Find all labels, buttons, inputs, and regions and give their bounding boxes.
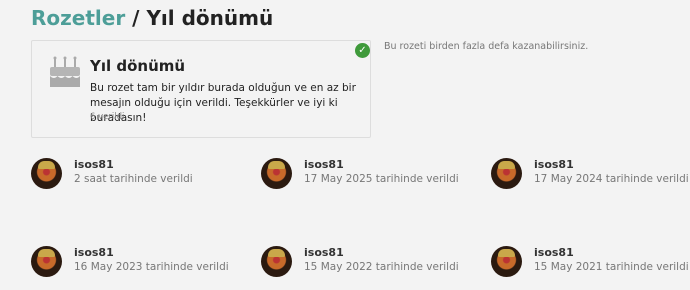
grant-item: isos81 17 May 2024 tarihinde verildi [491, 158, 690, 194]
breadcrumb-separator: / [132, 6, 140, 30]
badge-multiple-note: Bu rozeti birden fazla defa kazanabilirs… [384, 41, 589, 52]
grant-date: 17 May 2025 tarihinde verildi [304, 173, 459, 185]
badge-granted-count: 6 verildi [90, 112, 125, 122]
grant-date: 15 May 2021 tarihinde verildi [534, 261, 689, 273]
breadcrumb-badges-link[interactable]: Rozetler [31, 6, 125, 30]
avatar[interactable] [491, 246, 522, 277]
grant-date: 16 May 2023 tarihinde verildi [74, 261, 229, 273]
grant-username[interactable]: isos81 [534, 246, 574, 259]
badge-description: Bu rozet tam bir yıldır burada olduğun v… [90, 82, 356, 124]
grant-date: 17 May 2024 tarihinde verildi [534, 173, 689, 185]
badge-card: Yıl dönümü Bu rozet tam bir yıldır burad… [31, 40, 371, 138]
birthday-cake-icon [50, 56, 80, 87]
grant-username[interactable]: isos81 [304, 246, 344, 259]
grant-username[interactable]: isos81 [74, 246, 114, 259]
badge-name: Yıl dönümü [90, 57, 186, 75]
grant-item: isos81 15 May 2021 tarihinde verildi [491, 246, 690, 282]
grant-date: 15 May 2022 tarihinde verildi [304, 261, 459, 273]
breadcrumb-current: Yıl dönümü [146, 6, 274, 30]
avatar[interactable] [31, 158, 62, 189]
grant-username[interactable]: isos81 [534, 158, 574, 171]
grant-item: isos81 15 May 2022 tarihinde verildi [261, 246, 461, 282]
grant-item: isos81 17 May 2025 tarihinde verildi [261, 158, 461, 194]
grant-item: isos81 2 saat tarihinde verildi [31, 158, 231, 194]
avatar[interactable] [261, 158, 292, 189]
grant-username[interactable]: isos81 [74, 158, 114, 171]
check-circle-icon: ✓ [355, 43, 370, 58]
avatar[interactable] [491, 158, 522, 189]
avatar[interactable] [261, 246, 292, 277]
avatar[interactable] [31, 246, 62, 277]
page-title: Rozetler / Yıl dönümü [31, 5, 273, 31]
grant-item: isos81 16 May 2023 tarihinde verildi [31, 246, 231, 282]
grant-date: 2 saat tarihinde verildi [74, 173, 193, 185]
grant-username[interactable]: isos81 [304, 158, 344, 171]
